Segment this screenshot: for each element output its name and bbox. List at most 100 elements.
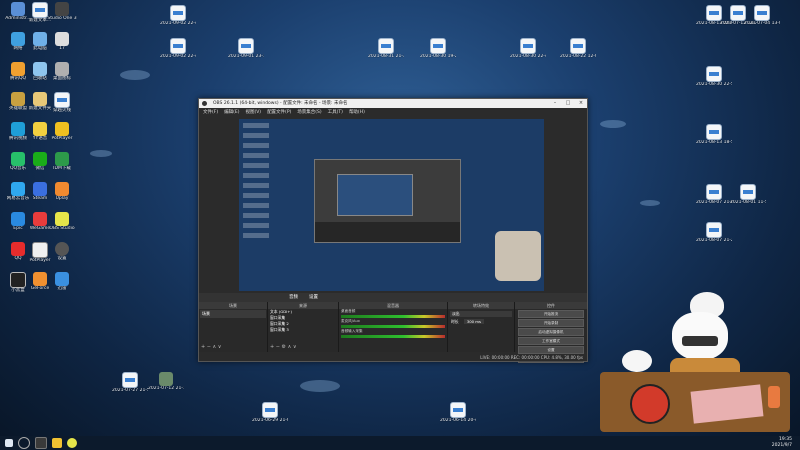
status-bar: LIVE: 00:00:00 REC: 00:00:00 CPU: 4.8%, … bbox=[199, 354, 587, 361]
wallpaper-fish bbox=[600, 120, 626, 128]
preview-nested-canvas bbox=[337, 174, 413, 216]
desktop-icon[interactable]: 设置 bbox=[44, 242, 80, 261]
minimize-icon[interactable]: – bbox=[549, 99, 561, 108]
desktop-file[interactable]: 2021-08-22 12-00-59... bbox=[560, 38, 596, 59]
duration-label: 时长 bbox=[451, 319, 459, 324]
bottle-icon bbox=[768, 386, 780, 408]
preview-nested-obs bbox=[314, 159, 461, 243]
desktop-file[interactable]: 2021-08-01 11-51-25... bbox=[730, 184, 766, 205]
desktop-file[interactable]: 2021-07-27 21-51-07... bbox=[112, 372, 148, 393]
app-17-icon bbox=[55, 32, 69, 46]
desktop-icon[interactable]: Studio One 3 bbox=[44, 2, 80, 21]
desktop-file[interactable]: 2021-06-29 21-08-21... bbox=[252, 402, 288, 423]
uplay-icon bbox=[55, 182, 69, 196]
document-icon bbox=[378, 38, 394, 54]
scenes-header: 场景 bbox=[199, 302, 267, 309]
start-windows-icon[interactable] bbox=[5, 439, 13, 447]
desktop-file[interactable]: 2021-06-14 20-41-17... bbox=[440, 402, 476, 423]
document-icon bbox=[430, 38, 446, 54]
document-icon bbox=[238, 38, 254, 54]
mixer-header: 混音器 bbox=[339, 302, 447, 309]
source-item[interactable]: 窗口采集 3 bbox=[268, 327, 338, 333]
desktop-icon[interactable]: 桌面图标 bbox=[44, 62, 80, 81]
obs-window[interactable]: OBS 26.1.1 (64-bit, windows) - 配置文件: 未命名… bbox=[198, 98, 588, 363]
menu-scene-collection[interactable]: 场景集合(S) bbox=[297, 108, 321, 117]
desktop-icon[interactable]: OBS Studio bbox=[44, 212, 80, 231]
desktop-file[interactable]: 2021-07-12 21-14-51... bbox=[148, 372, 184, 391]
document-icon bbox=[754, 5, 770, 21]
mixer-dock: 混音器 桌面音频 麦克风/Aux 音频输入采集 bbox=[339, 302, 448, 352]
add-scene-icon[interactable]: + − ∧ ∨ bbox=[201, 344, 221, 350]
desktop-file[interactable]: 2021-09-02 22-40-13... bbox=[160, 5, 196, 26]
desktop-icon[interactable]: Uplay bbox=[44, 182, 80, 201]
status-text: LIVE: 00:00:00 REC: 00:00:00 CPU: 4.8%, … bbox=[480, 355, 583, 360]
wallpaper-fish bbox=[120, 70, 150, 80]
maximize-icon[interactable]: □ bbox=[562, 99, 574, 108]
document-icon bbox=[706, 66, 722, 82]
window-titlebar[interactable]: OBS 26.1.1 (64-bit, windows) - 配置文件: 未命名… bbox=[199, 99, 587, 108]
audio-toggle[interactable]: 音频 bbox=[289, 294, 298, 301]
document-icon bbox=[740, 184, 756, 200]
desktop-file[interactable]: 2021-08-31 21-36-... bbox=[368, 38, 404, 59]
obs-logo-icon bbox=[202, 101, 207, 106]
preview-mascot bbox=[495, 231, 541, 281]
mixer-channel-name: 桌面音频 bbox=[341, 309, 356, 313]
desktop-file[interactable]: 2021-08-30 22-50-31... bbox=[696, 66, 732, 87]
transition-select[interactable]: 淡出 bbox=[450, 311, 512, 317]
volume-meter bbox=[341, 315, 445, 318]
taskbar: 19:35 2021/9/7 bbox=[0, 436, 800, 450]
desktop-icon[interactable]: PotPlayer bbox=[44, 122, 80, 141]
start-streaming-button[interactable]: 开始推流 bbox=[518, 310, 584, 318]
controls-dock: 控件 开始推流 开始录制 启动虚拟摄像机 工作室模式 设置 退出 bbox=[515, 302, 587, 363]
desktop-file[interactable]: 2021-08-07 21-29-42... bbox=[696, 222, 732, 243]
close-icon[interactable]: × bbox=[575, 99, 587, 108]
start-recording-button[interactable]: 开始录制 bbox=[518, 319, 584, 327]
transitions-dock: 转场特效 淡出 时长 300 ms bbox=[448, 302, 515, 352]
add-source-icon[interactable]: + − ⚙ ∧ ∨ bbox=[270, 344, 297, 350]
desktop-icon[interactable]: 穿越火线 bbox=[44, 92, 80, 113]
volume-meter bbox=[341, 335, 445, 338]
desktop-icon[interactable]: 17 bbox=[44, 32, 80, 51]
document-icon bbox=[170, 5, 186, 21]
virtual-camera-button[interactable]: 启动虚拟摄像机 bbox=[518, 328, 584, 336]
preview-canvas[interactable] bbox=[239, 119, 544, 291]
task-view-icon[interactable] bbox=[35, 437, 47, 449]
obs-studio-icon bbox=[55, 212, 69, 226]
settings-toggle[interactable]: 设置 bbox=[309, 294, 318, 301]
desktop-file[interactable]: 2021-09-01 23-12-14... bbox=[228, 38, 264, 59]
document-icon bbox=[262, 402, 278, 418]
duration-row: 时长 300 ms bbox=[448, 319, 514, 325]
idm-icon bbox=[55, 152, 69, 166]
desktop-file[interactable]: 2021-08-30 22-41-55... bbox=[510, 38, 546, 59]
menu-view[interactable]: 视图(V) bbox=[245, 108, 261, 117]
settings-icon bbox=[55, 242, 69, 256]
menu-profile[interactable]: 配置文件(P) bbox=[267, 108, 291, 117]
document-icon bbox=[170, 38, 186, 54]
duration-input[interactable]: 300 ms bbox=[463, 319, 484, 324]
desktop-file[interactable]: 2021-08-07 21-09-42... bbox=[696, 184, 732, 205]
desktop-file[interactable]: 2021-08-13 18-50-34... bbox=[696, 124, 732, 145]
studio-mode-button[interactable]: 工作室模式 bbox=[518, 337, 584, 345]
mixer-channel-name: 音频输入采集 bbox=[341, 329, 363, 333]
scene-item[interactable]: 场景 bbox=[200, 310, 266, 318]
menu-help[interactable]: 帮助(H) bbox=[349, 108, 365, 117]
desktop-file[interactable]: 2021-08-30 19-23-45... bbox=[420, 38, 456, 59]
desktop-icon[interactable]: 迅雷 bbox=[44, 272, 80, 291]
desktop-file[interactable]: 2021-09-02 22-40-13... bbox=[160, 38, 196, 59]
menu-tools[interactable]: 工具(T) bbox=[328, 108, 343, 117]
wallpaper-fish bbox=[300, 380, 340, 392]
controls-header: 控件 bbox=[515, 302, 587, 309]
window-title: OBS 26.1.1 (64-bit, windows) - 配置文件: 未命名… bbox=[213, 101, 348, 106]
system-clock[interactable]: 19:35 2021/9/7 bbox=[772, 437, 792, 449]
menu-file[interactable]: 文件(F) bbox=[203, 108, 218, 117]
settings-button[interactable]: 设置 bbox=[518, 346, 584, 354]
volume-meter bbox=[341, 325, 445, 328]
desktop-icon[interactable]: IDM下载 bbox=[44, 152, 80, 171]
clock-date: 2021/9/7 bbox=[771, 443, 792, 448]
document-icon bbox=[706, 184, 722, 200]
search-icon[interactable] bbox=[18, 437, 30, 449]
obs-taskbar-icon[interactable] bbox=[67, 438, 77, 448]
file-explorer-icon[interactable] bbox=[52, 438, 62, 448]
menu-edit[interactable]: 编辑(E) bbox=[224, 108, 239, 117]
desktop-file[interactable]: 2021-07-04 13-02-14... bbox=[744, 5, 780, 26]
